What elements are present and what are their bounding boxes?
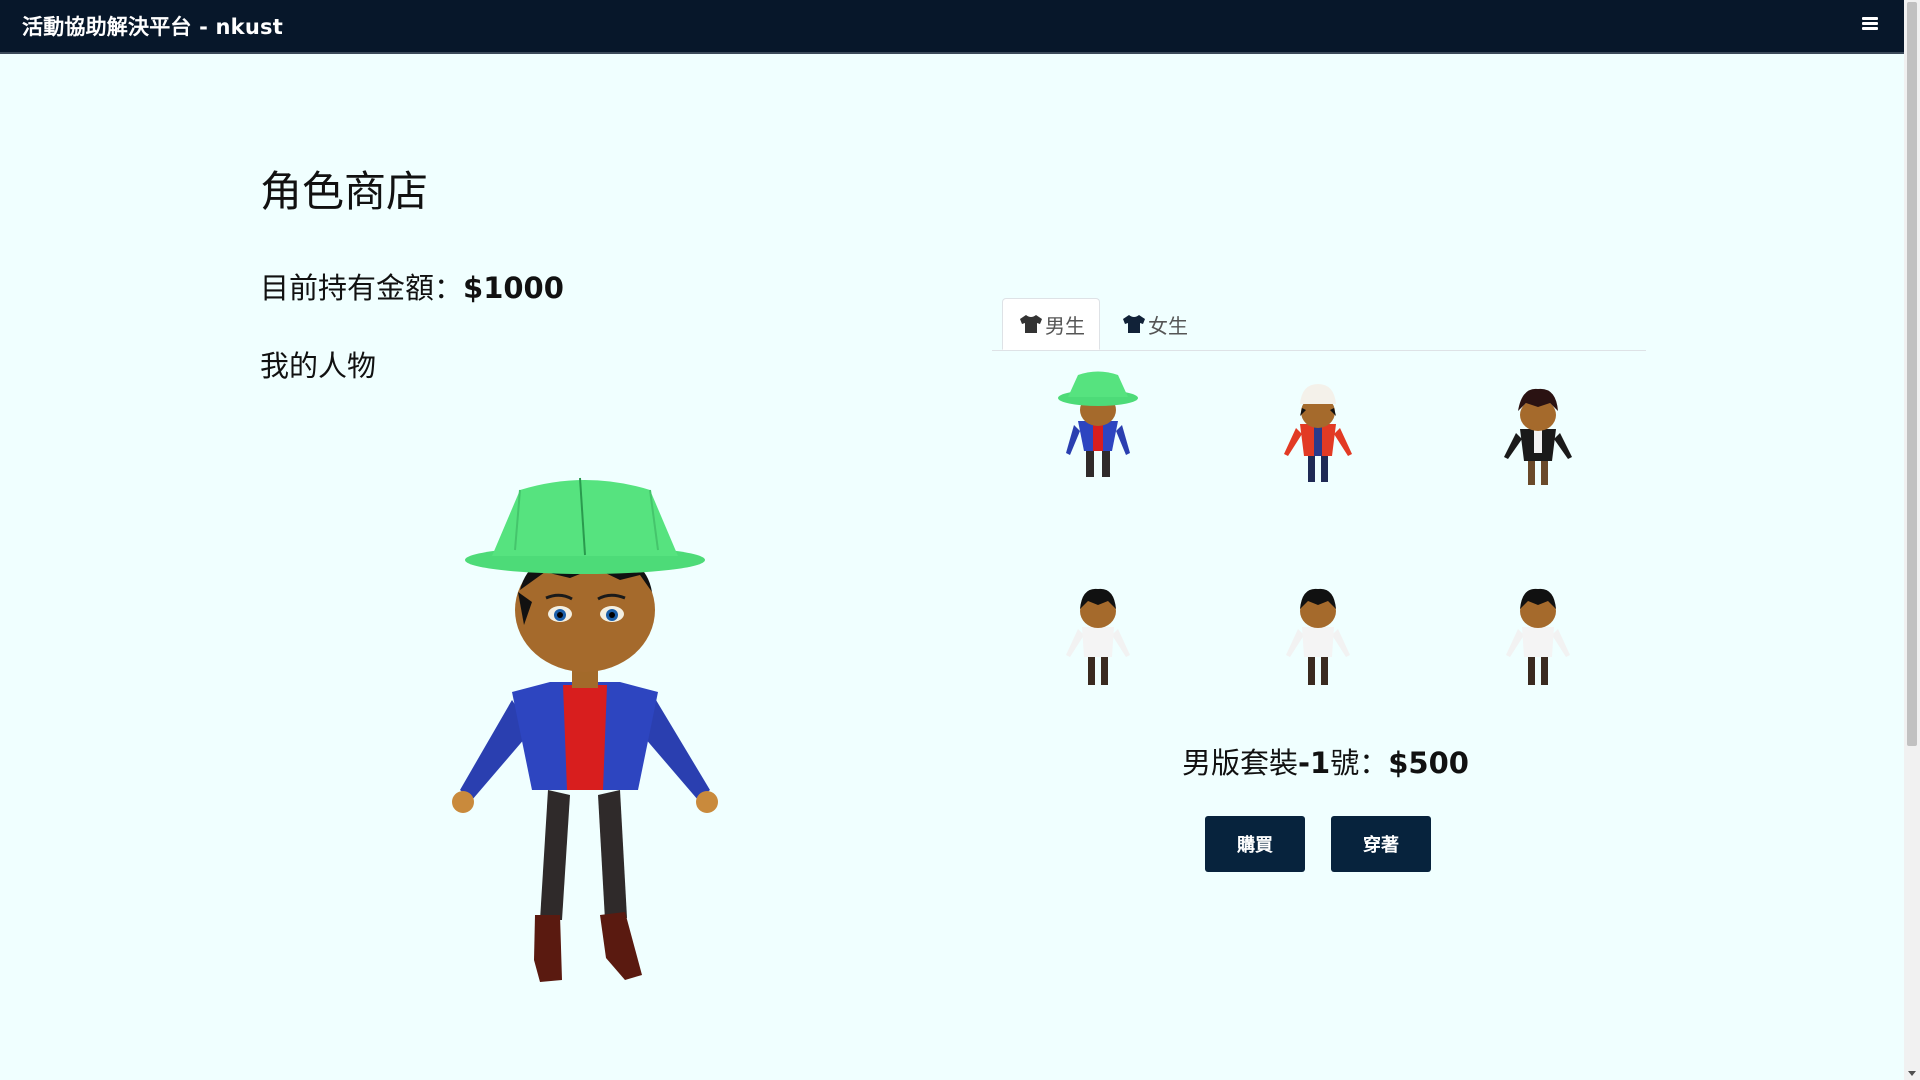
wear-button[interactable]: 穿著 [1331, 816, 1431, 872]
gender-tabs: 男生 女生 [992, 298, 1646, 351]
brand-title[interactable]: 活動協助解決平台 - nkust [22, 11, 283, 41]
balance-display: 目前持有金額：$1000 [260, 265, 564, 307]
tab-male-label: 男生 [1045, 313, 1085, 338]
tab-male[interactable]: 男生 [1002, 298, 1100, 350]
outfit-suffix: 號： [1330, 746, 1389, 780]
vertical-scrollbar[interactable] [1904, 0, 1920, 1080]
buy-button[interactable]: 購買 [1205, 816, 1305, 872]
outfit-thumb-3[interactable] [1478, 375, 1598, 505]
scroll-down-arrow-icon[interactable] [1908, 1071, 1916, 1076]
outfit-thumb-4[interactable] [1038, 575, 1158, 705]
balance-label: 目前持有金額： [260, 271, 464, 305]
tab-female-label: 女生 [1148, 313, 1188, 338]
outfit-thumb-2[interactable] [1258, 370, 1378, 500]
outfit-price: $500 [1388, 746, 1469, 780]
shirt-icon [1020, 315, 1042, 333]
page-title: 角色商店 [260, 167, 429, 216]
outfit-thumb-6[interactable] [1478, 575, 1598, 705]
tab-female[interactable]: 女生 [1122, 298, 1212, 350]
selected-outfit-info: 男版套裝-1號：$500 [1182, 740, 1469, 782]
scrollbar-thumb[interactable] [1907, 2, 1917, 746]
outfit-thumb-1[interactable] [1038, 365, 1158, 495]
hamburger-menu-icon[interactable] [1862, 17, 1878, 31]
top-navbar: 活動協助解決平台 - nkust [0, 0, 1904, 54]
balance-amount: $1000 [463, 271, 564, 305]
character-preview[interactable] [420, 460, 750, 1000]
outfit-thumb-5[interactable] [1258, 575, 1378, 705]
outfit-name: 男版套裝 [1182, 746, 1299, 780]
outfit-number: -1 [1298, 746, 1331, 780]
shirt-icon [1123, 315, 1145, 333]
my-character-label: 我的人物 [260, 349, 377, 383]
